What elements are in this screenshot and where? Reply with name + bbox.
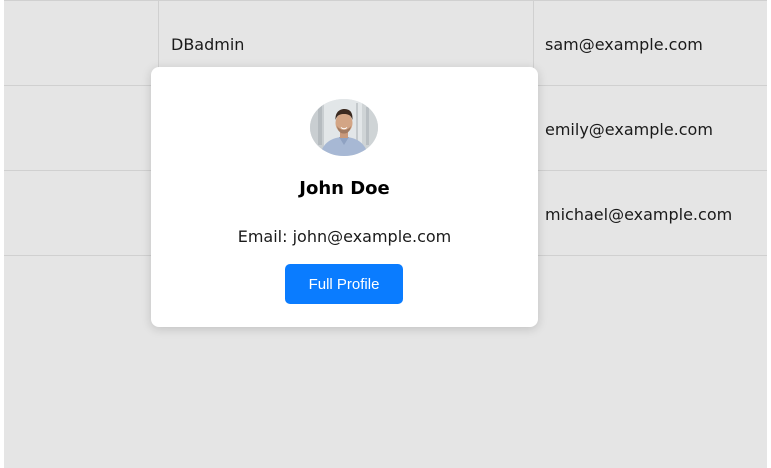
email-value: john@example.com bbox=[292, 227, 452, 246]
email-cell: emily@example.com bbox=[545, 120, 713, 139]
email-label: Email: bbox=[237, 227, 288, 246]
email-cell: sam@example.com bbox=[545, 35, 703, 54]
avatar bbox=[310, 99, 378, 156]
row-divider bbox=[4, 0, 767, 1]
full-profile-button[interactable]: Full Profile bbox=[285, 264, 403, 304]
profile-popup-card: John Doe Email: john@example.com Full Pr… bbox=[151, 67, 538, 327]
table-row: DBadmin bbox=[171, 35, 244, 55]
person-photo-avatar-icon bbox=[310, 99, 378, 156]
profile-email: Email: john@example.com bbox=[151, 226, 538, 248]
profile-name: John Doe bbox=[299, 178, 390, 199]
username-cell: DBadmin bbox=[171, 35, 245, 54]
email-cell: michael@example.com bbox=[545, 205, 733, 224]
